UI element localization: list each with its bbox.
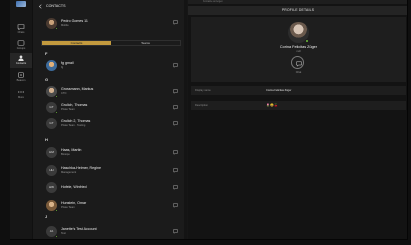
back-chevron-icon[interactable] bbox=[38, 4, 43, 9]
contact-row[interactable]: Hunstein, Omar Pirate Team bbox=[33, 198, 185, 213]
contacts-header: CONTACTS bbox=[33, 0, 184, 15]
contact-avatar: HM bbox=[46, 147, 57, 158]
profile-details-panel: Kontakte anzeigen PROFILE DETAILS Corina… bbox=[188, 0, 407, 239]
profile-name: Corina Felicitas Züger bbox=[279, 45, 318, 49]
contact-subtitle: fg bbox=[61, 66, 64, 69]
contact-subtitle: Test bbox=[61, 232, 66, 235]
online-status-dot bbox=[55, 209, 58, 212]
contact-name: Haschka-Helmer, Regine bbox=[61, 166, 101, 170]
my-name: Pedro Gomes 11 bbox=[61, 19, 88, 23]
contact-row[interactable]: HM Haas, Martin Biotope bbox=[33, 145, 185, 160]
contact-avatar: HW bbox=[46, 182, 57, 193]
rail-item-more[interactable]: More bbox=[10, 87, 32, 101]
my-status: Mobile bbox=[61, 24, 69, 27]
chat-button-label: Chat bbox=[295, 71, 302, 74]
contact-row[interactable]: JA Janette's Test Account Test bbox=[33, 224, 185, 239]
contact-subtitle: Pirate Team bbox=[61, 206, 75, 209]
navigation-rail: Chats Groups Contacts Beacon More bbox=[10, 0, 32, 239]
top-strip-label: Kontakte anzeigen bbox=[203, 0, 223, 3]
profile-subtitle: null bbox=[296, 50, 301, 53]
online-status-dot bbox=[55, 235, 58, 238]
contact-name: Haas, Martin bbox=[61, 148, 82, 152]
chat-bubble-icon[interactable] bbox=[173, 89, 178, 94]
groups-icon bbox=[17, 40, 25, 46]
contact-row[interactable]: GT Grulich 2, Thomas Pirate Team · Testi… bbox=[33, 116, 185, 131]
chat-bubble-icon bbox=[295, 61, 302, 67]
contact-name: Grulich, Thomas bbox=[61, 103, 88, 107]
tab-teams[interactable]: Teams bbox=[111, 41, 180, 45]
top-strip: Kontakte anzeigen bbox=[188, 0, 407, 4]
contact-row[interactable]: HW Hofele, Winfried bbox=[33, 180, 185, 195]
contact-subtitle: Pirate Team · Testing bbox=[61, 124, 86, 127]
rail-item-beacon[interactable]: Beacon bbox=[10, 70, 32, 84]
rail-label-chats: Chats bbox=[17, 31, 25, 34]
rail-item-groups[interactable]: Groups bbox=[10, 38, 32, 52]
contact-row[interactable]: Grossmann, Markus CTO bbox=[33, 84, 185, 99]
online-status-dot bbox=[55, 95, 58, 98]
chat-bubble-icon[interactable] bbox=[173, 63, 178, 68]
chat-bubble-icon[interactable] bbox=[173, 229, 178, 234]
field-value: 🌷😀🍒 bbox=[266, 103, 279, 107]
chat-bubble-icon[interactable] bbox=[173, 20, 178, 25]
rail-label-groups: Groups bbox=[16, 47, 26, 50]
profile-details-title: PROFILE DETAILS bbox=[188, 6, 407, 15]
more-icon bbox=[18, 91, 24, 93]
display-name-field: Display name Corina Felicitas Züger bbox=[191, 86, 406, 95]
contact-subtitle: Management bbox=[61, 171, 77, 174]
contact-subtitle: CTO bbox=[61, 92, 67, 95]
contact-subtitle: Pirate Team bbox=[61, 108, 75, 111]
section-letter: G bbox=[45, 77, 49, 82]
online-status-dot bbox=[55, 111, 58, 114]
rail-item-contacts[interactable]: Contacts bbox=[10, 53, 32, 68]
contact-name: Grulich 2, Thomas bbox=[61, 119, 91, 123]
tab-contacts[interactable]: Contacts bbox=[42, 41, 111, 45]
field-label: Description bbox=[195, 104, 208, 107]
online-status-dot bbox=[305, 39, 309, 43]
rail-label-more: More bbox=[18, 96, 24, 99]
online-status-dot bbox=[55, 27, 58, 30]
contact-name: Hunstein, Omar bbox=[61, 201, 87, 205]
contact-name: Grossmann, Markus bbox=[61, 87, 94, 91]
rail-label-contacts: Contacts bbox=[15, 62, 27, 65]
contact-subtitle: Biotope bbox=[61, 153, 70, 156]
contact-avatar: GT bbox=[46, 118, 57, 129]
section-letter: J bbox=[45, 214, 48, 219]
contact-person-icon bbox=[18, 55, 24, 61]
contact-name: fg gmail bbox=[61, 61, 74, 65]
contact-row[interactable]: GT Grulich, Thomas Pirate Team bbox=[33, 100, 185, 115]
contact-avatar bbox=[46, 60, 57, 71]
profile-card: Corina Felicitas Züger null Chat bbox=[191, 17, 406, 82]
rail-label-beacon: Beacon bbox=[16, 79, 26, 82]
contacts-panel: CONTACTS Pedro Gomes 11 Mobile Contacts … bbox=[32, 0, 185, 239]
chat-bubble-icon[interactable] bbox=[173, 121, 178, 126]
section-letter: F bbox=[45, 51, 48, 56]
my-profile-row[interactable]: Pedro Gomes 11 Mobile bbox=[33, 15, 185, 32]
section-letter: H bbox=[45, 137, 48, 142]
chat-bubble-icon[interactable] bbox=[173, 105, 178, 110]
description-field: Description 🌷😀🍒 bbox=[191, 101, 406, 110]
contacts-title: CONTACTS bbox=[46, 4, 66, 8]
contact-avatar: HH bbox=[46, 165, 57, 176]
chat-bubble-icon[interactable] bbox=[173, 203, 178, 208]
rail-item-chats[interactable]: Chats bbox=[10, 22, 32, 36]
contact-name: Hofele, Winfried bbox=[61, 185, 87, 189]
contacts-tabs: Contacts Teams bbox=[41, 40, 181, 46]
chat-button[interactable] bbox=[291, 56, 304, 69]
contact-row[interactable]: fg gmail fg bbox=[33, 58, 185, 73]
chat-bubble-icon[interactable] bbox=[173, 150, 178, 155]
contact-row[interactable]: HH Haschka-Helmer, Regine Management bbox=[33, 163, 185, 178]
beacon-icon bbox=[18, 72, 24, 78]
chat-bubble-icon[interactable] bbox=[173, 168, 178, 173]
contact-name: Janette's Test Account bbox=[61, 227, 97, 231]
field-value: Corina Felicitas Züger bbox=[266, 89, 292, 92]
contacts-scrollbar[interactable] bbox=[184, 0, 187, 239]
user-avatar[interactable] bbox=[16, 1, 26, 7]
app-window: Chats Groups Contacts Beacon More CONTAC… bbox=[10, 0, 408, 240]
field-label: Display name bbox=[195, 89, 211, 92]
chat-bubble-icon bbox=[17, 24, 25, 30]
chat-bubble-icon[interactable] bbox=[173, 185, 178, 190]
